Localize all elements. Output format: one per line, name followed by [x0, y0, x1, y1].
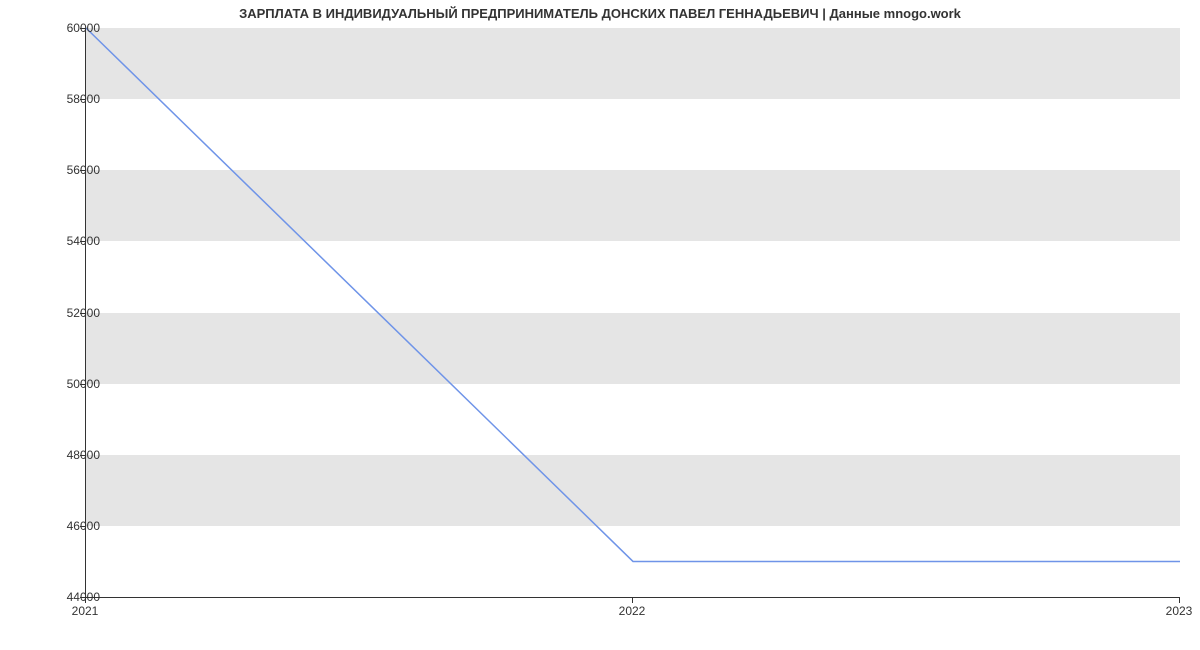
y-tick-label: 54000 [40, 234, 100, 248]
x-tick-mark [632, 598, 633, 603]
x-tick-label: 2022 [619, 604, 646, 618]
y-tick-label: 50000 [40, 377, 100, 391]
x-tick-label: 2021 [72, 604, 99, 618]
y-tick-mark [80, 28, 85, 29]
y-tick-mark [80, 384, 85, 385]
y-tick-label: 48000 [40, 448, 100, 462]
y-tick-label: 58000 [40, 92, 100, 106]
y-tick-mark [80, 313, 85, 314]
y-tick-mark [80, 99, 85, 100]
line-series [86, 28, 1180, 597]
chart-title: ЗАРПЛАТА В ИНДИВИДУАЛЬНЫЙ ПРЕДПРИНИМАТЕЛ… [0, 6, 1200, 21]
y-tick-label: 60000 [40, 21, 100, 35]
plot-area [85, 28, 1180, 598]
y-tick-label: 56000 [40, 163, 100, 177]
y-tick-mark [80, 526, 85, 527]
x-tick-label: 2023 [1166, 604, 1193, 618]
series-line [86, 28, 1180, 561]
x-tick-mark [1179, 598, 1180, 603]
y-tick-mark [80, 241, 85, 242]
x-tick-mark [85, 598, 86, 603]
y-tick-label: 46000 [40, 519, 100, 533]
chart-container: ЗАРПЛАТА В ИНДИВИДУАЛЬНЫЙ ПРЕДПРИНИМАТЕЛ… [0, 0, 1200, 650]
y-tick-label: 52000 [40, 306, 100, 320]
y-tick-label: 44000 [40, 590, 100, 604]
y-tick-mark [80, 170, 85, 171]
y-tick-mark [80, 455, 85, 456]
